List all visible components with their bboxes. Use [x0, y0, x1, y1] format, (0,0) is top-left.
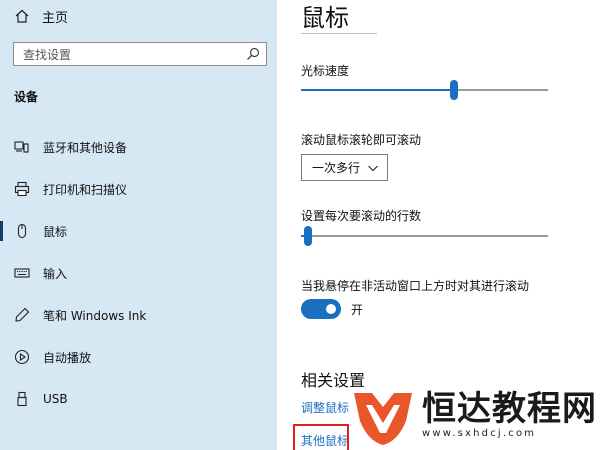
search-placeholder: 查找设置 — [23, 47, 72, 62]
usb-icon — [14, 391, 30, 407]
cursor-speed-label: 光标速度 — [301, 64, 350, 78]
title-divider — [301, 33, 377, 34]
cursor-speed-slider[interactable] — [301, 80, 548, 100]
inactive-scroll-label: 当我悬停在非活动窗口上方时对其进行滚动 — [301, 279, 530, 293]
keyboard-icon — [14, 265, 30, 281]
sidebar-nav: 蓝牙和其他设备 打印机和扫描仪 鼠标 输入 笔和 Windows Ink 自动播… — [0, 126, 277, 420]
section-label-devices: 设备 — [14, 90, 39, 104]
sidebar-home[interactable]: 主页 — [14, 6, 68, 26]
scroll-mode-dropdown[interactable]: 一次多行 — [301, 154, 388, 181]
sidebar-item-bluetooth[interactable]: 蓝牙和其他设备 — [0, 126, 277, 168]
sidebar-item-pen[interactable]: 笔和 Windows Ink — [0, 294, 277, 336]
sidebar-item-label: 打印机和扫描仪 — [43, 182, 128, 197]
inactive-scroll-toggle[interactable] — [301, 299, 341, 319]
sidebar-item-label: 鼠标 — [43, 224, 68, 239]
sidebar-item-mouse[interactable]: 鼠标 — [0, 210, 277, 252]
sidebar-item-label: USB — [43, 392, 68, 406]
slider-fill — [301, 89, 455, 91]
sidebar-item-usb[interactable]: USB — [0, 378, 277, 420]
chevron-down-icon — [367, 162, 379, 174]
sidebar-item-typing[interactable]: 输入 — [0, 252, 277, 294]
bluetooth-device-icon — [14, 139, 30, 155]
scroll-mode-value: 一次多行 — [312, 161, 361, 175]
related-settings-title: 相关设置 — [301, 371, 366, 390]
sidebar-item-label: 蓝牙和其他设备 — [43, 140, 128, 155]
home-icon — [14, 8, 30, 24]
sidebar-item-label: 笔和 Windows Ink — [43, 308, 147, 323]
pen-icon — [14, 307, 30, 323]
highlight-box — [293, 424, 349, 450]
sidebar: 主页 查找设置 设备 蓝牙和其他设备 打印机和扫描仪 鼠标 输入 笔和 Wind… — [0, 0, 277, 450]
autoplay-icon — [14, 349, 30, 365]
related-link-adjust-mouse[interactable]: 调整鼠标 — [301, 399, 349, 416]
settings-window: 主页 查找设置 设备 蓝牙和其他设备 打印机和扫描仪 鼠标 输入 笔和 Wind… — [0, 0, 600, 450]
toggle-knob — [326, 304, 336, 314]
sidebar-item-printers[interactable]: 打印机和扫描仪 — [0, 168, 277, 210]
slider-thumb[interactable] — [450, 80, 459, 100]
sidebar-item-label: 输入 — [43, 266, 68, 281]
printer-icon — [14, 181, 30, 197]
slider-thumb[interactable] — [304, 226, 313, 246]
main-content: 鼠标 光标速度 滚动鼠标滚轮即可滚动 一次多行 设置每次要滚动的行数 当我悬停在… — [277, 0, 600, 450]
search-input[interactable]: 查找设置 — [13, 42, 267, 66]
slider-track — [301, 235, 548, 237]
scroll-mode-label: 滚动鼠标滚轮即可滚动 — [301, 133, 422, 147]
mouse-icon — [14, 223, 30, 239]
home-label: 主页 — [42, 10, 69, 26]
sidebar-item-label: 自动播放 — [43, 350, 92, 365]
search-icon[interactable] — [246, 47, 260, 61]
lines-to-scroll-label: 设置每次要滚动的行数 — [301, 209, 422, 223]
sidebar-item-autoplay[interactable]: 自动播放 — [0, 336, 277, 378]
inactive-scroll-row: 开 — [301, 299, 363, 319]
page-title: 鼠标 — [301, 4, 349, 32]
lines-to-scroll-slider[interactable] — [301, 226, 548, 246]
toggle-state-label: 开 — [351, 302, 364, 317]
